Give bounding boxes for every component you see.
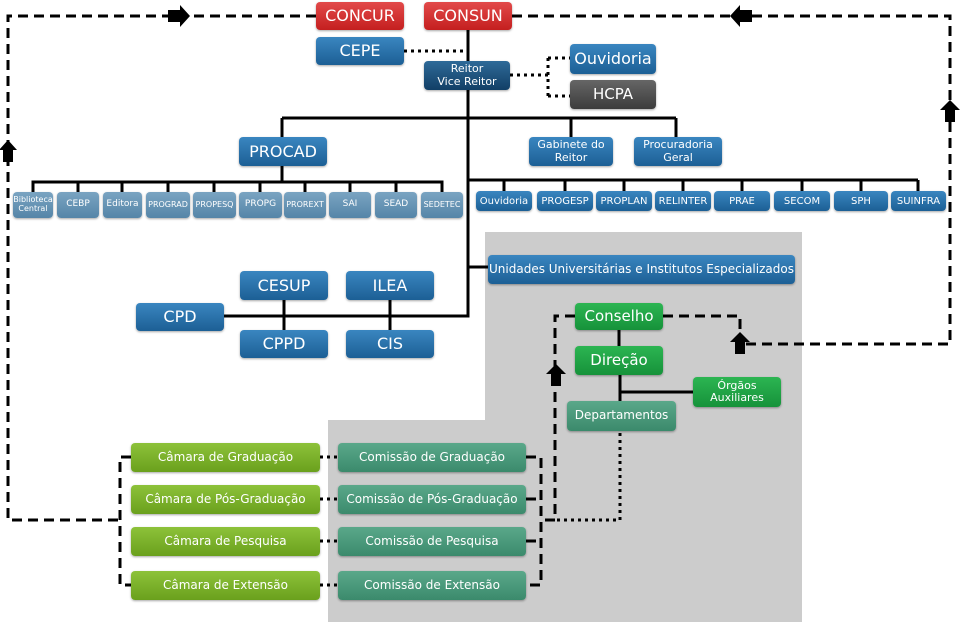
conselho-box: Conselho <box>575 303 663 330</box>
ilea-box: ILEA <box>346 271 434 300</box>
reitoria-unit-box: Ouvidoria <box>476 191 532 211</box>
comissao-box: Comissão de Pesquisa <box>338 527 526 556</box>
reitoria-unit-box: RELINTER <box>655 191 711 211</box>
arrow-up-icon <box>0 140 17 162</box>
reitoria-unit-box: SPH <box>834 191 888 211</box>
cppd-box: CPPD <box>240 330 328 358</box>
reitor-label: Reitor <box>450 62 484 76</box>
procad-unit-box: SAI <box>329 192 371 218</box>
reitoria-unit-box: PROGESP <box>537 191 593 211</box>
comissao-box: Comissão de Pós-Graduação <box>338 485 526 514</box>
procad-unit-box: Biblioteca Central <box>13 192 53 218</box>
procad-box: PROCAD <box>239 137 327 166</box>
reitoria-unit-box: PROPLAN <box>596 191 652 211</box>
direcao-box: Direção <box>575 346 663 375</box>
departamentos-box: Departamentos <box>567 401 676 431</box>
gabinete-box: Gabinete do Reitor <box>529 137 613 166</box>
camara-box: Câmara de Pós-Graduação <box>131 485 320 514</box>
cpd-box: CPD <box>136 303 224 331</box>
procad-unit-box: PROPESQ <box>193 192 236 218</box>
arrow-left-icon <box>730 5 752 27</box>
consun-box: CONSUN <box>424 2 512 30</box>
procad-unit-box: PROREXT <box>284 192 326 218</box>
camara-box: Câmara de Extensão <box>131 571 320 600</box>
procuradoria-label-2: Geral <box>663 150 693 164</box>
camara-box: Câmara de Pesquisa <box>131 527 320 556</box>
cesup-box: CESUP <box>240 271 328 300</box>
arrow-up-icon <box>940 100 960 122</box>
hcpa-box: HCPA <box>570 80 656 109</box>
reitoria-unit-box: SUINFRA <box>891 191 946 211</box>
orgaos-label-2: Auxiliares <box>710 391 764 404</box>
procuradoria-box: Procuradoria Geral <box>634 137 722 166</box>
arrow-right-icon <box>168 5 190 27</box>
reitoria-unit-box: PRAE <box>714 191 770 211</box>
gabinete-label-2: Reitor <box>554 150 588 164</box>
procad-unit-box: CEBP <box>57 192 99 218</box>
procad-unit-box: PROGRAD <box>146 192 190 218</box>
cepe-box: CEPE <box>316 37 404 65</box>
concur-box: CONCUR <box>316 2 404 30</box>
unidades-box: Unidades Universitárias e Institutos Esp… <box>488 255 795 284</box>
comissao-box: Comissão de Extensão <box>338 571 526 600</box>
cis-box: CIS <box>346 330 434 358</box>
procuradoria-label-1: Procuradoria <box>643 138 713 152</box>
ouvidoria-box: Ouvidoria <box>570 44 656 74</box>
vice-reitor-label: Vice Reitor <box>437 74 497 88</box>
orgaos-auxiliares-box: Órgãos Auxiliares <box>693 377 781 407</box>
reitoria-unit-box: SECOM <box>774 191 830 211</box>
procad-unit-box: PROPG <box>239 192 282 218</box>
reitor-box: Reitor Vice Reitor <box>424 61 510 90</box>
camara-box: Câmara de Graduação <box>131 443 320 472</box>
gabinete-label-1: Gabinete do <box>537 138 605 152</box>
comissao-box: Comissão de Graduação <box>338 443 526 472</box>
procad-unit-box: Editora <box>103 192 142 218</box>
procad-unit-box: SEDETEC <box>421 192 463 218</box>
procad-unit-box: SEAD <box>375 192 417 218</box>
